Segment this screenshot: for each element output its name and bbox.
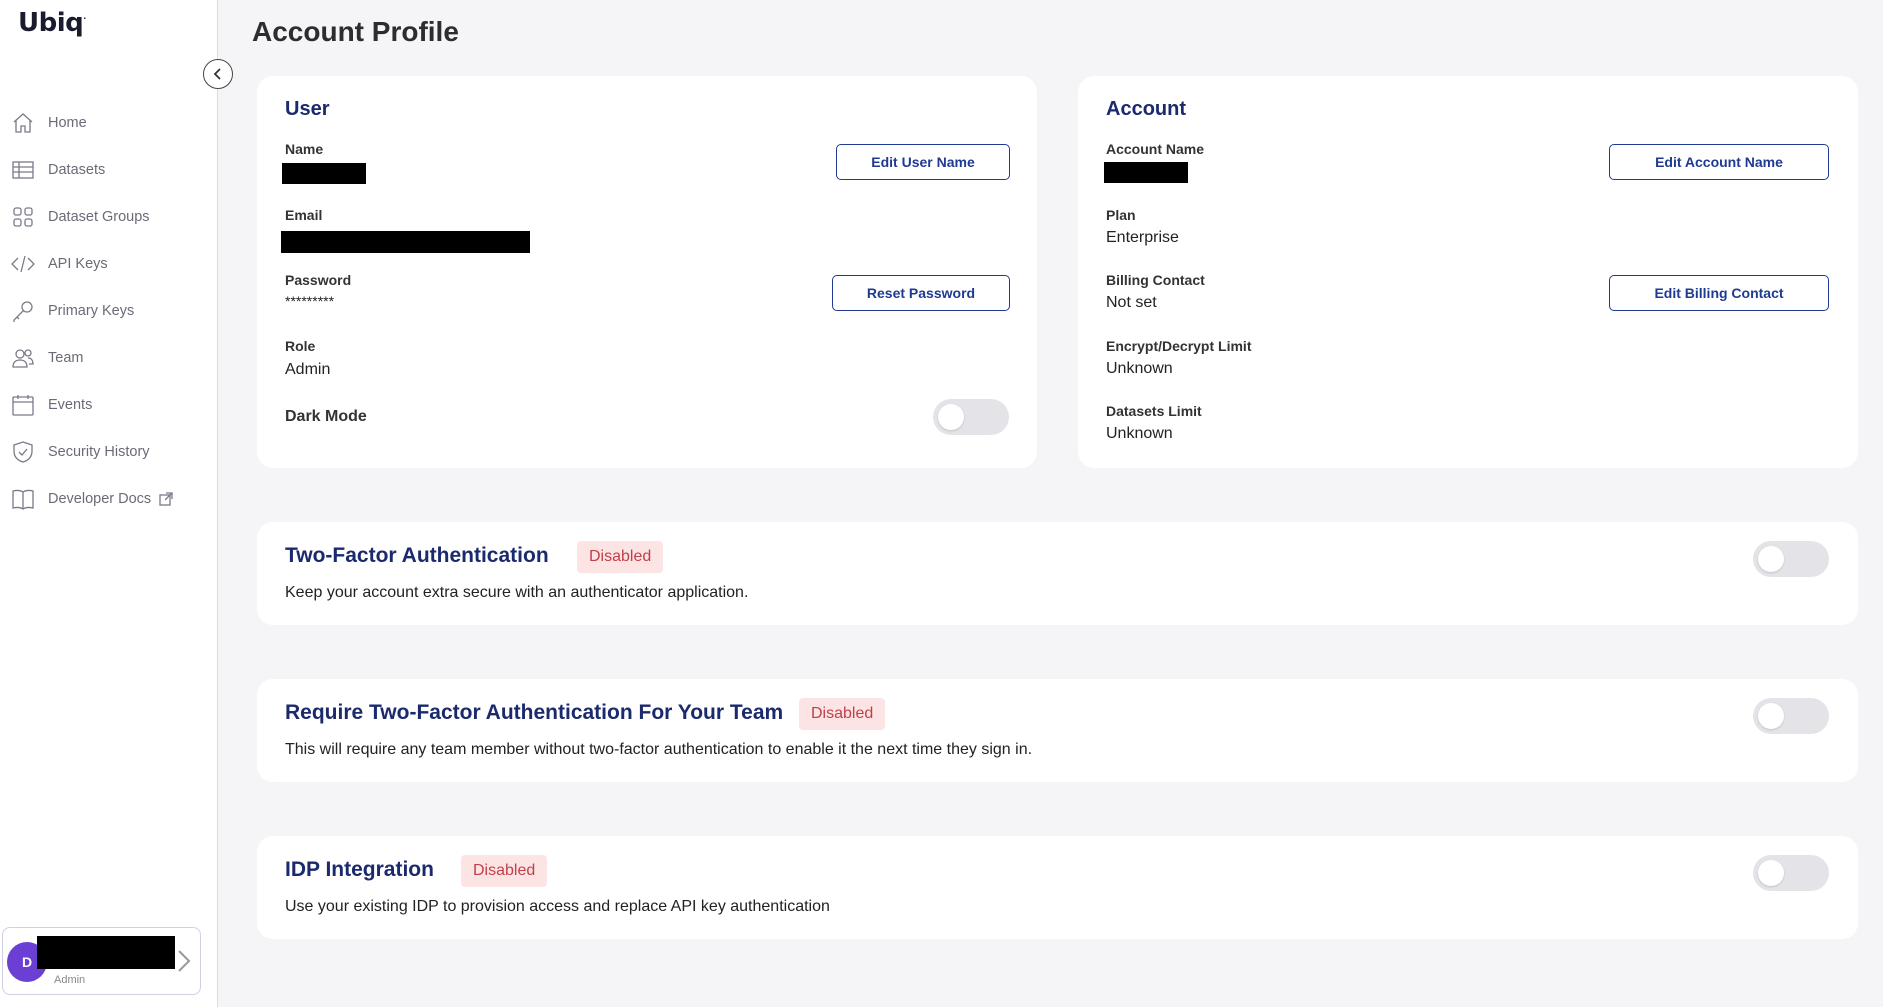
plan-value: Enterprise [1106,229,1179,246]
sidebar-item-label: API Keys [48,255,108,272]
sidebar-item-label: Developer Docs [48,490,152,507]
user-menu[interactable]: D Admin [2,927,201,995]
sidebar: Ubiq· Home Datasets Dataset Groups API K… [0,0,218,1007]
reset-password-button[interactable]: Reset Password [832,275,1010,311]
billing-contact-value: Not set [1106,294,1157,311]
require-two-factor-title: Require Two-Factor Authentication For Yo… [285,701,784,724]
account-name-redacted [1104,162,1188,183]
user-card-title: User [285,98,330,120]
require-two-factor-description: This will require any team member withou… [285,741,1033,758]
sidebar-item-label: Team [48,349,84,366]
chevron-right-icon [176,948,192,979]
encrypt-limit-label: Encrypt/Decrypt Limit [1106,338,1252,354]
role-label: Role [285,338,316,354]
sidebar-item-label: Datasets [48,161,106,178]
email-redacted [281,231,530,253]
collapse-sidebar-button[interactable] [203,59,233,89]
table-icon [10,157,36,183]
idp-integration-title: IDP Integration [285,858,434,881]
sidebar-item-label: Primary Keys [48,302,135,319]
toggle-knob [1758,860,1784,886]
plan-label: Plan [1106,207,1136,223]
email-label: Email [285,207,323,223]
home-icon [10,110,36,136]
key-icon [10,298,36,324]
toggle-knob [938,404,964,430]
sidebar-item-developer-docs[interactable]: Developer Docs [0,475,217,522]
code-icon [10,251,36,277]
name-redacted [282,163,366,184]
book-icon [10,486,36,512]
idp-integration-card: IDP Integration Disabled Use your existi… [257,836,1858,939]
sidebar-item-label: Security History [48,443,150,460]
sidebar-item-events[interactable]: Events [0,381,217,428]
calendar-icon [10,392,36,418]
app-logo[interactable]: Ubiq· [18,8,86,38]
edit-account-name-button[interactable]: Edit Account Name [1609,144,1829,180]
external-link-icon [159,491,173,506]
user-name-redacted [37,936,175,969]
sidebar-item-team[interactable]: Team [0,334,217,381]
status-badge: Disabled [799,698,886,730]
sidebar-item-home[interactable]: Home [0,99,217,146]
sidebar-item-label: Dataset Groups [48,208,150,225]
sidebar-item-security-history[interactable]: Security History [0,428,217,475]
password-value: ********* [285,293,335,309]
require-two-factor-card: Require Two-Factor Authentication For Yo… [257,679,1858,782]
chevron-left-icon [212,67,224,81]
two-factor-card: Two-Factor Authentication Disabled Keep … [257,522,1858,625]
edit-user-name-button[interactable]: Edit User Name [836,144,1010,180]
account-name-label: Account Name [1106,141,1205,157]
page-title: Account Profile [252,16,459,47]
dark-mode-label: Dark Mode [285,408,367,425]
user-role: Admin [54,974,86,986]
toggle-knob [1758,546,1784,572]
datasets-limit-label: Datasets Limit [1106,403,1202,419]
idp-integration-description: Use your existing IDP to provision acces… [285,898,830,915]
account-card-title: Account [1106,98,1186,120]
status-badge: Disabled [577,541,664,573]
status-badge: Disabled [461,855,548,887]
role-value: Admin [285,361,331,378]
sidebar-item-label: Events [48,396,93,413]
edit-billing-contact-button[interactable]: Edit Billing Contact [1609,275,1829,311]
sidebar-nav: Home Datasets Dataset Groups API Keys Pr… [0,99,217,522]
sidebar-item-primary-keys[interactable]: Primary Keys [0,287,217,334]
idp-integration-toggle[interactable] [1753,855,1829,891]
two-factor-description: Keep your account extra secure with an a… [285,584,749,601]
name-label: Name [285,141,324,157]
user-card: User Name Edit User Name Email Password … [257,76,1037,468]
sidebar-item-datasets[interactable]: Datasets [0,146,217,193]
dark-mode-toggle[interactable] [933,399,1009,435]
shield-icon [10,439,36,465]
encrypt-limit-value: Unknown [1106,360,1173,377]
team-icon [10,345,36,371]
toggle-knob [1758,703,1784,729]
billing-contact-label: Billing Contact [1106,272,1205,288]
datasets-limit-value: Unknown [1106,425,1173,442]
sidebar-item-label: Home [48,114,87,131]
two-factor-toggle[interactable] [1753,541,1829,577]
password-label: Password [285,272,352,288]
account-card: Account Account Name Edit Account Name P… [1078,76,1858,468]
grid-icon [10,204,36,230]
sidebar-item-dataset-groups[interactable]: Dataset Groups [0,193,217,240]
require-two-factor-toggle[interactable] [1753,698,1829,734]
sidebar-item-api-keys[interactable]: API Keys [0,240,217,287]
two-factor-title: Two-Factor Authentication [285,544,549,567]
